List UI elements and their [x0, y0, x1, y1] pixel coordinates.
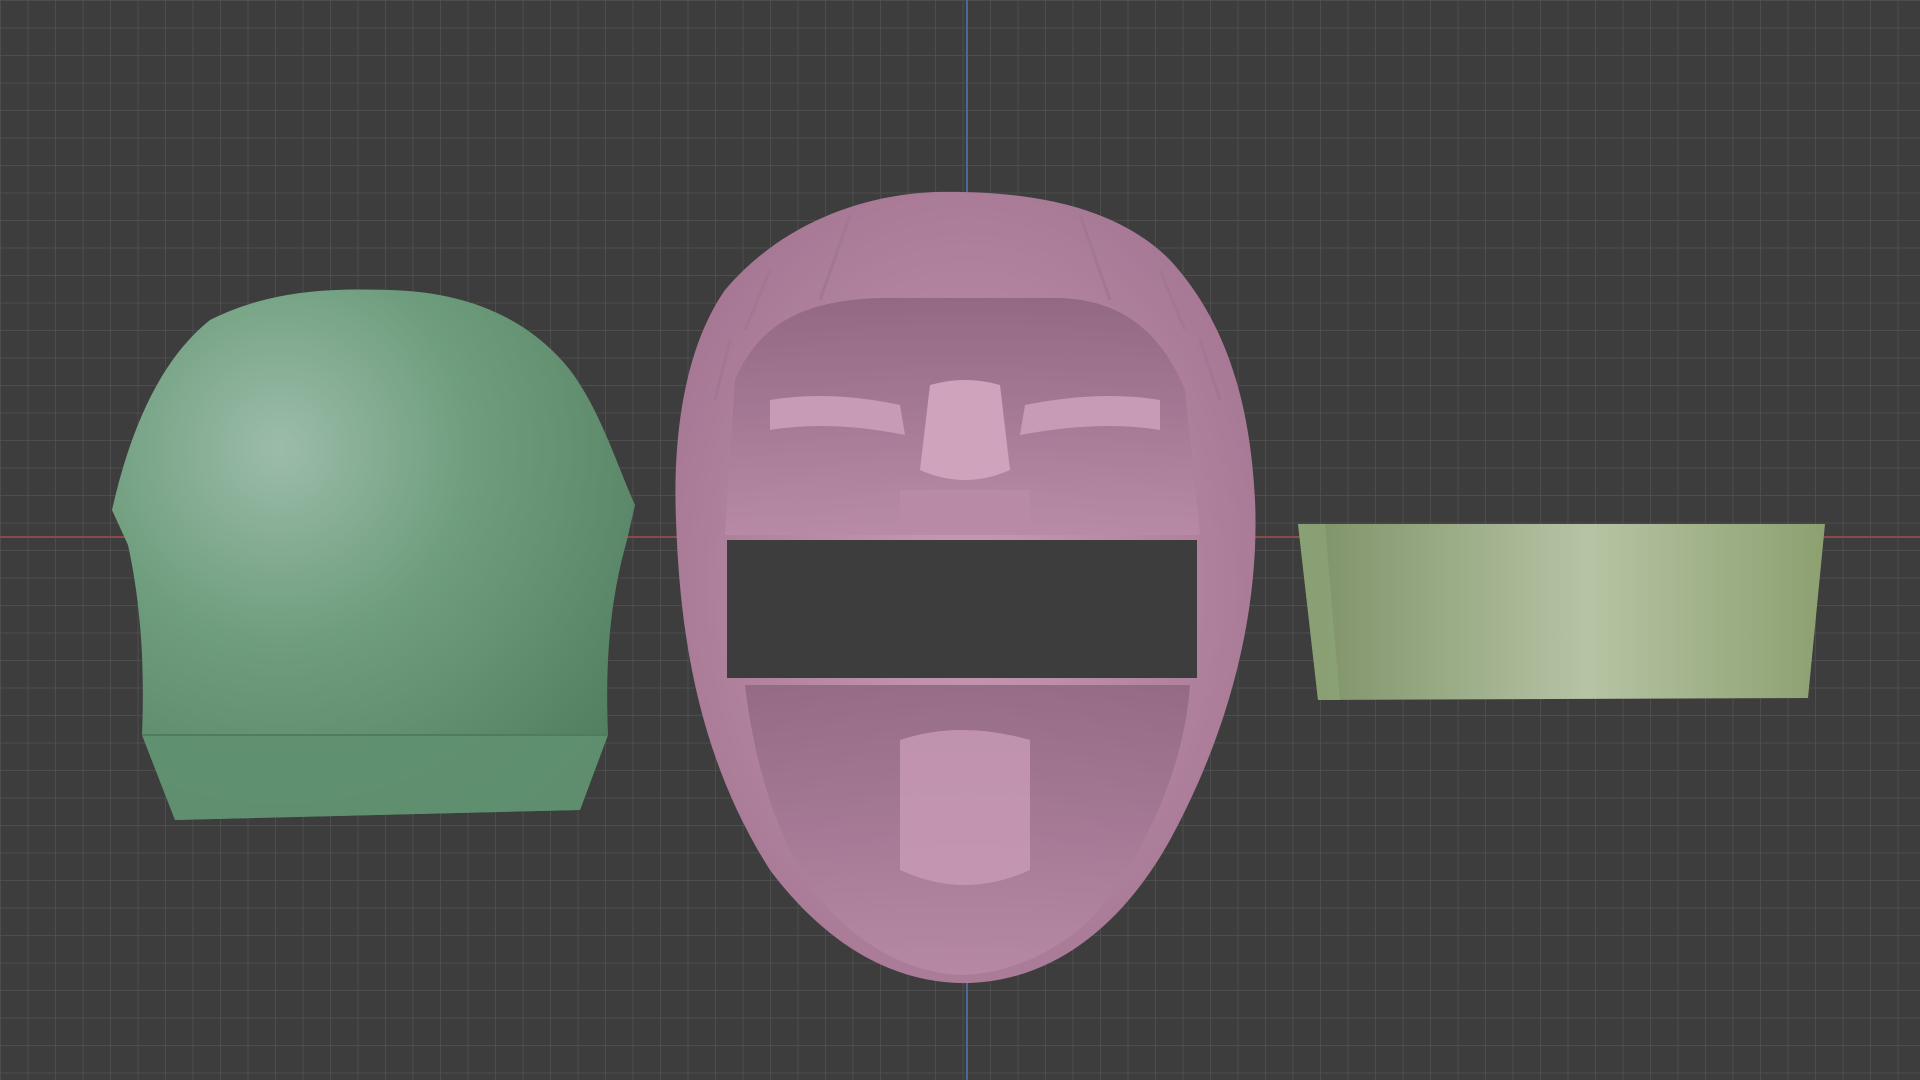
3d-viewport[interactable] [0, 0, 1920, 1080]
helmet-ring-band[interactable] [0, 0, 1920, 1080]
